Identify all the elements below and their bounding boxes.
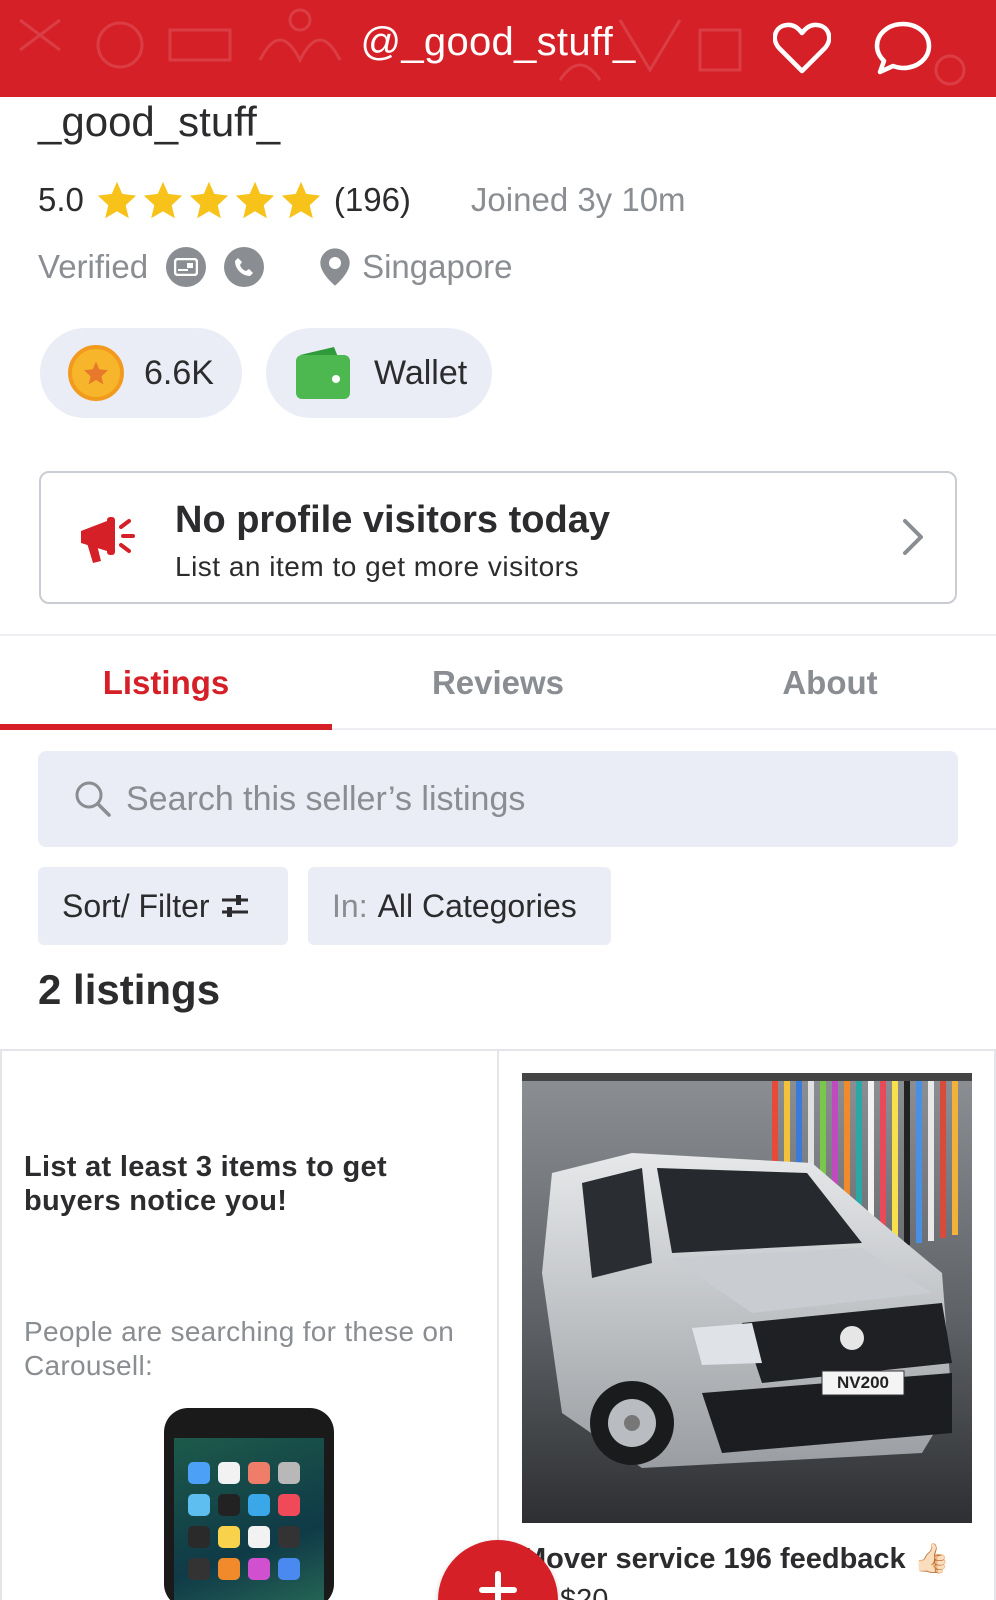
joined-duration: Joined 3y 10m <box>470 181 686 218</box>
star-icon <box>281 181 321 219</box>
listing-photo[interactable]: NV200 <box>522 1073 972 1523</box>
location: Singapore <box>318 247 513 287</box>
star-icon <box>189 181 229 219</box>
app-icons-grid <box>188 1462 300 1580</box>
active-tab-indicator <box>0 724 332 730</box>
coin-icon <box>68 345 124 401</box>
app-header: @_good_stuff_ <box>0 0 996 97</box>
phone-verified-icon <box>224 247 265 287</box>
chat-bubble-icon[interactable] <box>873 18 933 78</box>
plus-icon <box>479 1571 517 1600</box>
star-icon <box>97 181 137 219</box>
star-icon <box>235 181 275 219</box>
tab-about[interactable]: About <box>664 636 996 728</box>
category-prefix: In: <box>332 887 368 924</box>
location-pin-icon <box>320 248 350 286</box>
verification-row: Verified Singapore <box>38 245 513 289</box>
listing-price: $20 <box>560 1584 609 1600</box>
sliders-icon <box>221 895 248 917</box>
verified-label: Verified <box>38 248 149 285</box>
promo-title: List at least 3 items to get buyers noti… <box>24 1151 387 1217</box>
star-rating <box>96 180 322 220</box>
wallet-label: Wallet <box>374 353 468 392</box>
wallet-icon <box>294 345 352 401</box>
review-count: (196) <box>333 181 411 218</box>
tab-label: Listings <box>102 664 230 701</box>
license-plate: NV200 <box>837 1373 889 1392</box>
coins-pill[interactable]: 6.6K <box>40 328 242 418</box>
id-card-verified-icon <box>166 247 207 287</box>
heart-icon[interactable] <box>772 18 832 78</box>
phone-screen <box>174 1438 324 1600</box>
listing-title[interactable]: Mover service 196 feedback 👍🏻 <box>522 1542 982 1576</box>
profile-tabs: Listings Reviews About <box>0 636 996 730</box>
search-icon <box>75 781 111 817</box>
iphone-suggestion-image[interactable] <box>164 1408 334 1600</box>
rating-value: 5.0 <box>38 181 84 218</box>
header-username: @_good_stuff_ <box>360 20 636 64</box>
sort-filter-button[interactable]: Sort/ Filter <box>38 867 288 945</box>
seller-search-bar[interactable] <box>38 751 958 847</box>
megaphone-icon <box>77 511 137 572</box>
profile-visitors-banner[interactable]: No profile visitors today List an item t… <box>39 471 957 604</box>
category-filter-button[interactable]: In: All Categories <box>308 867 611 945</box>
rating-row[interactable]: 5.0 (196) Joined 3y 10m <box>38 178 686 222</box>
van-image <box>522 1073 972 1523</box>
profile-name: _good_stuff_ <box>38 98 281 145</box>
sort-filter-label: Sort/ Filter <box>62 887 210 924</box>
tab-label: Reviews <box>431 664 565 701</box>
star-icon <box>143 181 183 219</box>
banner-title: No profile visitors today <box>175 499 610 541</box>
tab-label: About <box>782 664 878 701</box>
location-text: Singapore <box>362 248 513 285</box>
coins-value: 6.6K <box>144 353 214 392</box>
chevron-right-icon <box>901 517 925 562</box>
promo-subtitle: People are searching for these on Carous… <box>24 1316 455 1381</box>
search-input[interactable] <box>126 779 906 819</box>
tab-reviews[interactable]: Reviews <box>332 636 664 728</box>
banner-subtitle: List an item to get more visitors <box>175 551 579 582</box>
grid-divider <box>0 1049 2 1600</box>
grid-divider <box>497 1049 499 1600</box>
wallet-pill[interactable]: Wallet <box>266 328 492 418</box>
listing-count: 2 listings <box>38 966 221 1013</box>
category-value: All Categories <box>377 887 577 924</box>
tab-listings[interactable]: Listings <box>0 636 332 730</box>
